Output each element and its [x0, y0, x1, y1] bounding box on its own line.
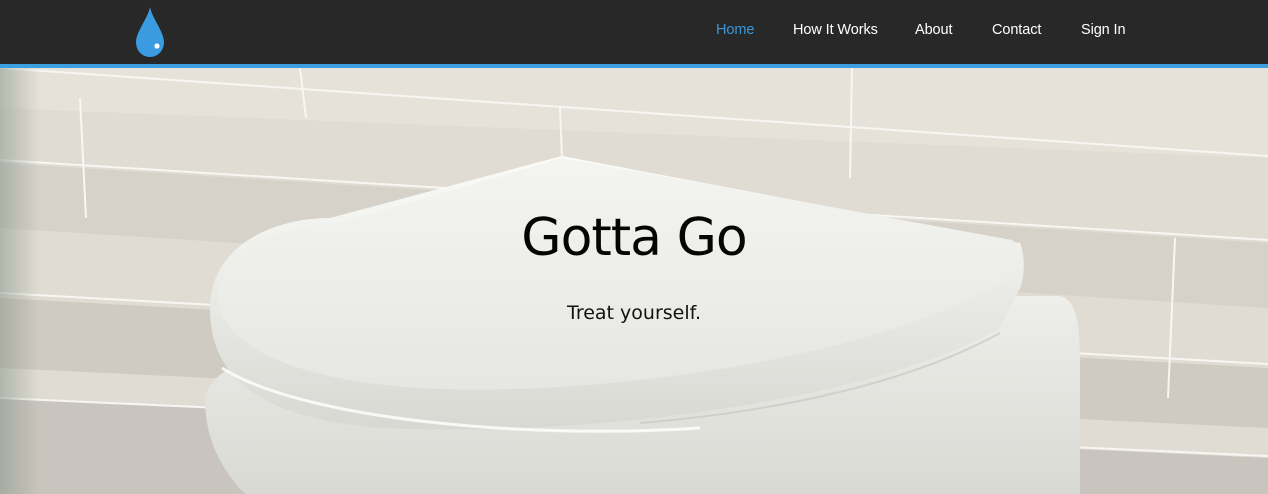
nav-home[interactable]: Home [716, 22, 754, 38]
top-navbar: Home How It Works About Contact Sign In [0, 0, 1268, 64]
nav-contact[interactable]: Contact [992, 22, 1041, 38]
nav-how-it-works[interactable]: How It Works [793, 22, 878, 38]
nav-sign-in[interactable]: Sign In [1081, 22, 1126, 38]
hero-tagline: Treat yourself. [567, 302, 701, 324]
hero-background-image [0, 68, 1268, 494]
nav-about[interactable]: About [915, 22, 953, 38]
hero-banner: Gotta Go Treat yourself. [0, 68, 1268, 494]
hero-title: Gotta Go [521, 208, 747, 268]
water-drop-icon[interactable] [134, 6, 166, 58]
